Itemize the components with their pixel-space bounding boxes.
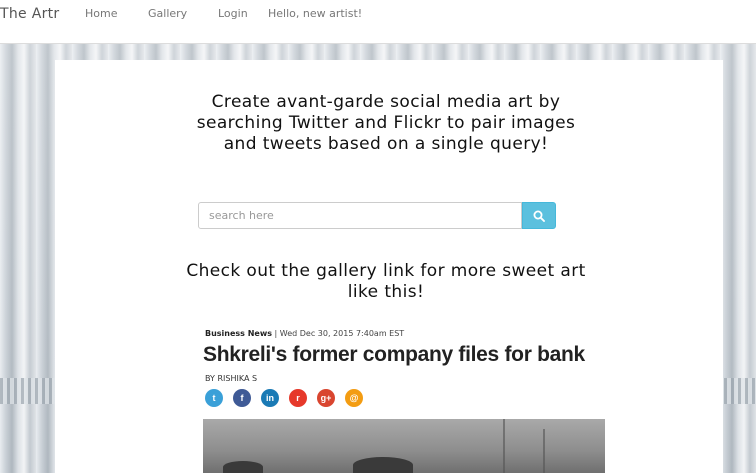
email-icon[interactable]: @ (345, 389, 363, 407)
gallery-note: Check out the gallery link for more swee… (186, 261, 586, 302)
nav-link-login[interactable]: Login (218, 7, 248, 20)
google-plus-icon[interactable]: g+ (317, 389, 335, 407)
search-button[interactable] (522, 202, 556, 229)
article-timestamp: | Wed Dec 30, 2015 7:40am EST (274, 329, 405, 338)
main-card: Create avant-garde social media art by s… (55, 60, 723, 473)
article-photo (203, 419, 605, 473)
reddit-icon[interactable]: r (289, 389, 307, 407)
article-section[interactable]: Business News (205, 329, 272, 338)
search-bar (198, 202, 556, 229)
article-preview: Business News | Wed Dec 30, 2015 7:40am … (203, 326, 613, 473)
photo-detail (353, 457, 413, 473)
article-meta: Business News | Wed Dec 30, 2015 7:40am … (205, 329, 404, 338)
linkedin-icon[interactable]: in (261, 389, 279, 407)
article-byline: BY RISHIKA S (205, 374, 258, 383)
navbar: The Artr Home Gallery Login Hello, new a… (0, 0, 756, 44)
photo-detail (223, 461, 263, 473)
nav-link-home[interactable]: Home (85, 7, 117, 20)
facebook-icon[interactable]: f (233, 389, 251, 407)
search-icon (533, 210, 545, 222)
brand-logo[interactable]: The Artr (0, 6, 59, 22)
photo-detail (503, 419, 505, 473)
pillar-decoration (0, 378, 60, 404)
photo-detail (543, 429, 545, 473)
twitter-icon[interactable]: t (205, 389, 223, 407)
tagline: Create avant-garde social media art by s… (196, 92, 576, 154)
article-headline: Shkreli's former company files for bank (203, 343, 585, 366)
nav-link-gallery[interactable]: Gallery (148, 7, 187, 20)
greeting-text: Hello, new artist! (268, 7, 363, 20)
search-input[interactable] (198, 202, 522, 229)
